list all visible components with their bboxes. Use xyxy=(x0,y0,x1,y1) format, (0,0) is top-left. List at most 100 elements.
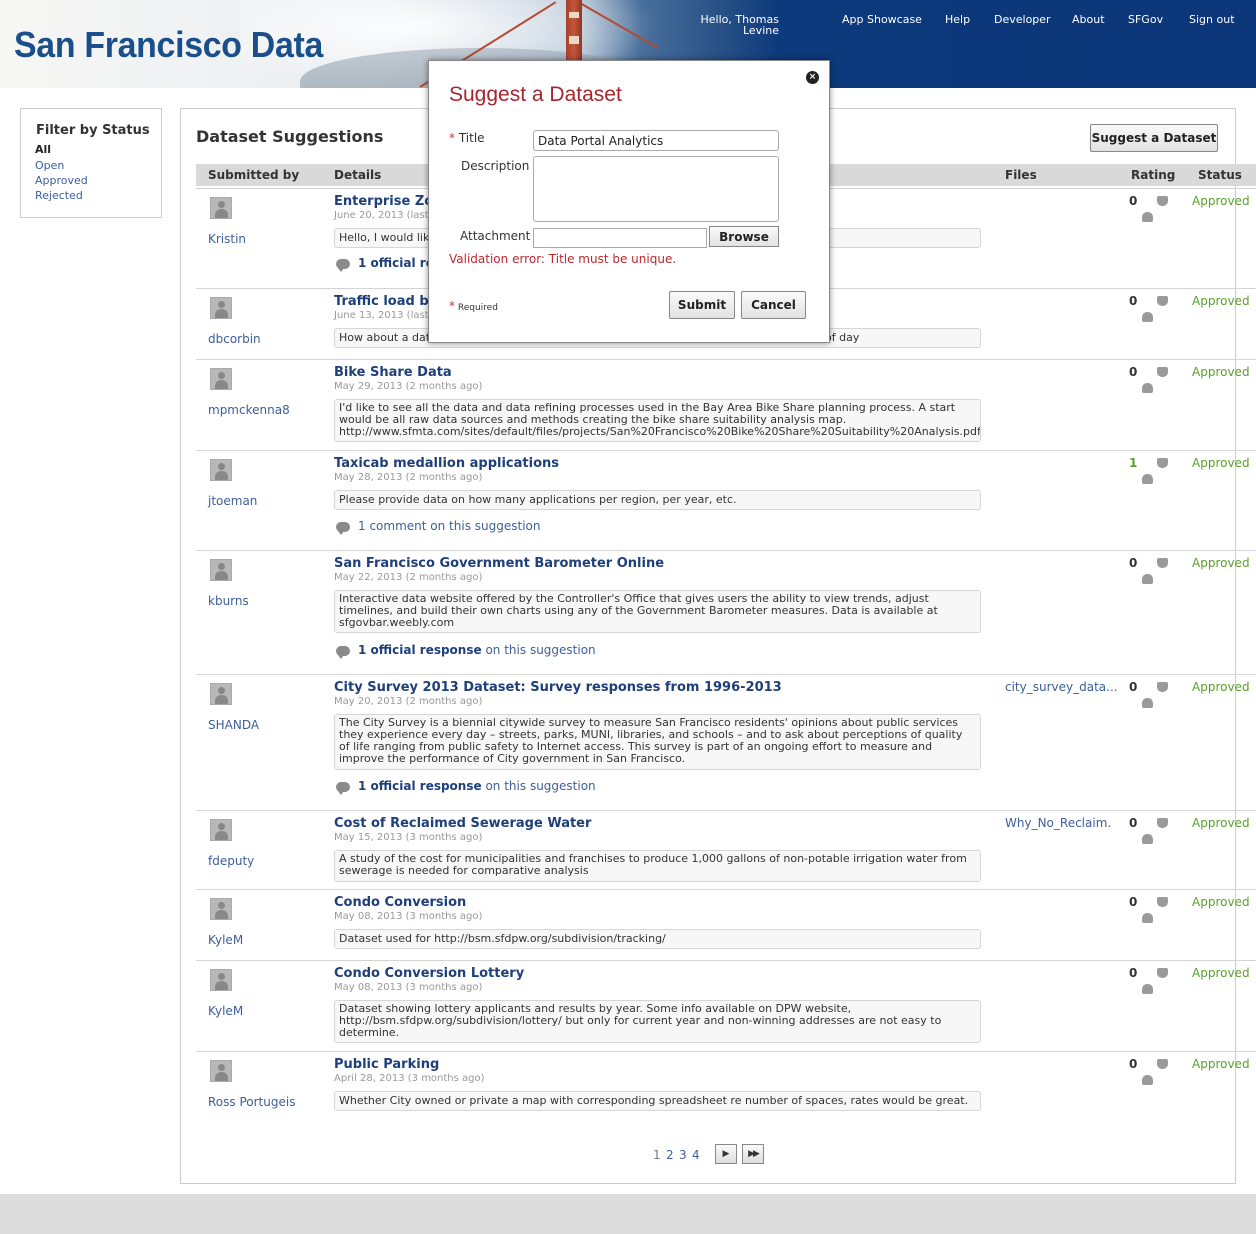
suggestion-title[interactable]: Condo Conversion Lottery xyxy=(334,966,524,981)
thumbs-down-icon[interactable] xyxy=(1157,818,1168,828)
thumbs-down-icon[interactable] xyxy=(1157,1059,1168,1069)
comments-suffix: on this suggestion xyxy=(485,643,596,657)
table-row: SHANDA City Survey 2013 Dataset: Survey … xyxy=(196,674,1256,810)
thumbs-up-icon[interactable] xyxy=(1142,574,1153,584)
suggestion-title[interactable]: Bike Share Data xyxy=(334,365,452,380)
attachment-file-link[interactable]: city_survey_data... xyxy=(1005,680,1118,694)
thumbs-down-icon[interactable] xyxy=(1157,296,1168,306)
comments-link[interactable]: 1 comment on this suggestion xyxy=(336,519,540,535)
nav-app-showcase[interactable]: App Showcase xyxy=(842,13,922,26)
nav-sign-out[interactable]: Sign out xyxy=(1189,13,1235,26)
attachment-input[interactable] xyxy=(533,228,707,248)
filter-open[interactable]: Open xyxy=(35,159,64,172)
suggestion-date: May 15, 2013 (3 months ago) xyxy=(334,832,483,843)
col-status[interactable]: Status xyxy=(1198,168,1242,182)
description-label: Description xyxy=(461,159,530,173)
filter-approved[interactable]: Approved xyxy=(35,174,88,187)
title-input[interactable] xyxy=(533,130,779,151)
suggestion-description: The City Survey is a biennial citywide s… xyxy=(334,714,981,770)
browse-button[interactable]: Browse xyxy=(709,226,779,247)
last-page-icon[interactable]: ▶▶ xyxy=(742,1144,764,1164)
suggestion-title[interactable]: City Survey 2013 Dataset: Survey respons… xyxy=(334,680,782,695)
suggestion-date: May 08, 2013 (3 months ago) xyxy=(334,911,483,922)
comments-link[interactable]: 1 official re xyxy=(336,256,434,272)
table-row: jtoeman Taxicab medallion applications M… xyxy=(196,450,1256,550)
description-input[interactable] xyxy=(533,156,779,222)
rating-value: 0 xyxy=(1129,365,1138,379)
col-files[interactable]: Files xyxy=(1005,168,1037,182)
suggestion-title[interactable]: Public Parking xyxy=(334,1057,439,1072)
vote-controls xyxy=(1142,1059,1168,1085)
comments-link[interactable]: 1 official response on this suggestion xyxy=(336,779,596,795)
comment-icon xyxy=(336,258,350,272)
thumbs-up-icon[interactable] xyxy=(1142,474,1153,484)
thumbs-up-icon[interactable] xyxy=(1142,383,1153,393)
submitter-link[interactable]: mpmckenna8 xyxy=(208,403,290,417)
nav-developer[interactable]: Developer xyxy=(994,13,1051,26)
suggestion-date: May 22, 2013 (2 months ago) xyxy=(334,572,483,583)
thumbs-down-icon[interactable] xyxy=(1157,458,1168,468)
avatar xyxy=(210,559,232,581)
thumbs-up-icon[interactable] xyxy=(1142,212,1153,222)
thumbs-up-icon[interactable] xyxy=(1142,1075,1153,1085)
avatar xyxy=(210,683,232,705)
comments-link[interactable]: 1 official response on this suggestion xyxy=(336,643,596,659)
suggestion-date: May 29, 2013 (2 months ago) xyxy=(334,381,483,392)
thumbs-up-icon[interactable] xyxy=(1142,984,1153,994)
submitter-link[interactable]: fdeputy xyxy=(208,854,254,868)
page-4[interactable]: 4 xyxy=(692,1148,700,1162)
page-1: 1 xyxy=(653,1148,661,1162)
suggestion-description: Dataset showing lottery applicants and r… xyxy=(334,1000,981,1043)
next-page-icon[interactable]: ▶ xyxy=(715,1144,737,1164)
attachment-file-link[interactable]: Why_No_Reclaim. xyxy=(1005,816,1111,830)
submitter-link[interactable]: KyleM xyxy=(208,933,243,947)
submit-button[interactable]: Submit xyxy=(669,291,735,319)
col-details[interactable]: Details xyxy=(334,168,381,182)
submitter-link[interactable]: jtoeman xyxy=(208,494,257,508)
cancel-button[interactable]: Cancel xyxy=(741,291,806,319)
thumbs-down-icon[interactable] xyxy=(1157,897,1168,907)
filter-all[interactable]: All xyxy=(35,143,51,156)
col-rating[interactable]: Rating xyxy=(1131,168,1175,182)
thumbs-down-icon[interactable] xyxy=(1157,196,1168,206)
table-row: fdeputy Cost of Reclaimed Sewerage Water… xyxy=(196,810,1256,889)
suggestion-title[interactable]: Taxicab medallion applications xyxy=(334,456,559,471)
nav-sfgov[interactable]: SFGov xyxy=(1128,13,1163,26)
nav-help[interactable]: Help xyxy=(945,13,970,26)
suggestion-description: A study of the cost for municipalities a… xyxy=(334,850,981,882)
filter-by-status: Filter by Status All Open Approved Rejec… xyxy=(20,108,162,218)
filter-title: Filter by Status xyxy=(36,123,150,138)
col-submitted-by[interactable]: Submitted by xyxy=(208,168,299,182)
submitter-link[interactable]: dbcorbin xyxy=(208,332,261,346)
submitter-link[interactable]: kburns xyxy=(208,594,249,608)
suggestion-title[interactable]: Traffic load by xyxy=(334,294,437,309)
suggestion-title[interactable]: Condo Conversion xyxy=(334,895,466,910)
close-icon[interactable]: × xyxy=(806,71,819,84)
footer xyxy=(0,1194,1256,1234)
suggestion-title[interactable]: San Francisco Government Barometer Onlin… xyxy=(334,556,664,571)
thumbs-up-icon[interactable] xyxy=(1142,834,1153,844)
submitter-link[interactable]: Ross Portugeis xyxy=(208,1095,295,1109)
submitter-link[interactable]: SHANDA xyxy=(208,718,259,732)
thumbs-down-icon[interactable] xyxy=(1157,367,1168,377)
thumbs-down-icon[interactable] xyxy=(1157,968,1168,978)
site-logo[interactable]: San Francisco Data xyxy=(14,24,323,66)
page-2[interactable]: 2 xyxy=(666,1148,674,1162)
avatar xyxy=(210,297,232,319)
thumbs-up-icon[interactable] xyxy=(1142,698,1153,708)
thumbs-up-icon[interactable] xyxy=(1142,312,1153,322)
description-text: Hello, I would lik xyxy=(339,231,430,244)
submitter-link[interactable]: Kristin xyxy=(208,232,246,246)
suggestion-title[interactable]: Cost of Reclaimed Sewerage Water xyxy=(334,816,591,831)
suggestion-date: May 28, 2013 (2 months ago) xyxy=(334,472,483,483)
thumbs-up-icon[interactable] xyxy=(1142,913,1153,923)
filter-rejected[interactable]: Rejected xyxy=(35,189,83,202)
dialog-title: Suggest a Dataset xyxy=(449,83,622,106)
nav-about[interactable]: About xyxy=(1072,13,1105,26)
thumbs-down-icon[interactable] xyxy=(1157,558,1168,568)
suggest-dataset-button[interactable]: Suggest a Dataset xyxy=(1090,124,1218,152)
description-text: How about a dat xyxy=(339,331,431,344)
thumbs-down-icon[interactable] xyxy=(1157,682,1168,692)
submitter-link[interactable]: KyleM xyxy=(208,1004,243,1018)
page-3[interactable]: 3 xyxy=(679,1148,687,1162)
